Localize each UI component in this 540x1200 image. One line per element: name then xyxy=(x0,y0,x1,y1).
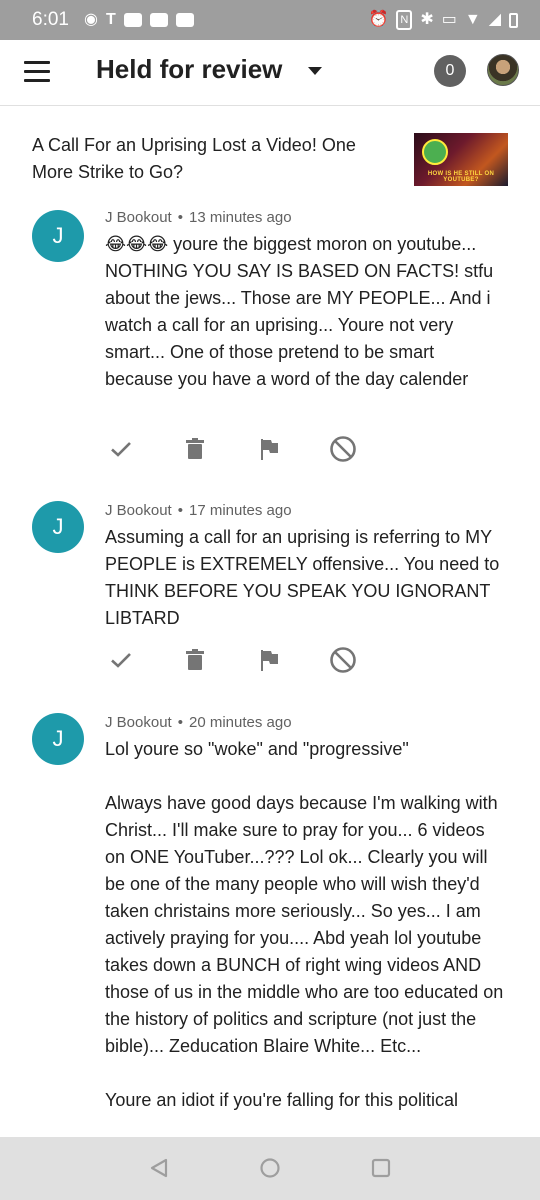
youtube-icon xyxy=(149,13,168,27)
report-button[interactable] xyxy=(253,433,285,465)
comment-meta: J Bookout • 20 minutes ago xyxy=(105,714,292,731)
thumbnail-character xyxy=(422,139,448,165)
comment-author[interactable]: J Bookout xyxy=(105,209,172,226)
home-circle-icon xyxy=(260,1158,280,1178)
comment-meta: J Bookout • 17 minutes ago xyxy=(105,502,292,519)
approve-button[interactable] xyxy=(105,433,137,465)
check-icon xyxy=(111,442,131,457)
account-avatar[interactable] xyxy=(487,54,519,86)
recents-square-icon xyxy=(371,1158,391,1178)
block-icon xyxy=(330,647,356,673)
back-triangle-icon xyxy=(150,1158,168,1178)
thumbnail-text: HOW IS HE STILL ON YOUTUBE? xyxy=(427,171,495,183)
battery-icon xyxy=(509,12,518,28)
report-button[interactable] xyxy=(253,644,285,676)
hide-user-button[interactable] xyxy=(327,644,359,676)
page-title[interactable]: Held for review xyxy=(96,54,282,85)
back-button[interactable] xyxy=(148,1157,170,1184)
flag-icon xyxy=(261,650,278,671)
alarm-icon: ⏰ xyxy=(368,11,389,28)
system-icons: ⏰ N ✱ ▭ ▼ ◢ xyxy=(368,10,518,30)
nfc-icon: N xyxy=(396,10,413,30)
system-nav-bar xyxy=(0,1137,540,1200)
wifi-icon: ▼ xyxy=(464,11,481,28)
notification-icons: ◉ T xyxy=(84,12,194,28)
hide-user-button[interactable] xyxy=(327,433,359,465)
comment-author[interactable]: J Bookout xyxy=(105,502,172,519)
dropdown-arrow-icon[interactable] xyxy=(308,67,322,75)
comment-text: Lol youre so "woke" and "progressive" Al… xyxy=(105,739,504,1110)
status-time: 6:01 xyxy=(32,9,69,30)
commenter-avatar[interactable]: J xyxy=(32,210,84,262)
flag-icon xyxy=(261,439,278,460)
home-button[interactable] xyxy=(259,1157,281,1184)
held-count-badge[interactable]: 0 xyxy=(434,55,466,87)
comment-text: 😂😂😂 youre the biggest moron on youtube..… xyxy=(105,234,499,389)
comment-meta: J Bookout • 13 minutes ago xyxy=(105,209,292,226)
commenter-avatar[interactable]: J xyxy=(32,713,84,765)
video-title[interactable]: A Call For an Uprising Lost a Video! One… xyxy=(32,132,382,186)
approve-button[interactable] xyxy=(105,644,137,676)
commenter-avatar[interactable]: J xyxy=(32,501,84,553)
comment-text: Assuming a call for an uprising is refer… xyxy=(105,527,504,628)
signal-icon: ◢ xyxy=(488,11,501,28)
video-thumbnail[interactable]: HOW IS HE STILL ON YOUTUBE? xyxy=(414,133,508,186)
comment-actions xyxy=(105,433,401,465)
comment-time: 13 minutes ago xyxy=(188,209,292,226)
delete-button[interactable] xyxy=(179,644,211,676)
recents-button[interactable] xyxy=(370,1157,392,1184)
check-icon xyxy=(111,653,131,668)
youtube-icon xyxy=(123,13,142,27)
delete-button[interactable] xyxy=(179,433,211,465)
vibrate-icon: ▭ xyxy=(441,11,457,28)
trash-icon xyxy=(186,649,204,670)
status-bar: 6:01 ◉ T ⏰ N ✱ ▭ ▼ ◢ xyxy=(0,0,540,40)
youtube-icon xyxy=(175,13,194,27)
app-bar: Held for review 0 xyxy=(0,40,540,106)
bluetooth-icon: ✱ xyxy=(420,11,434,28)
comment-time: 17 minutes ago xyxy=(188,502,292,519)
trash-icon xyxy=(186,438,204,459)
comment-actions xyxy=(105,644,401,676)
comment-author[interactable]: J Bookout xyxy=(105,714,172,731)
comment-time: 20 minutes ago xyxy=(188,714,292,731)
block-icon xyxy=(330,436,356,462)
location-icon: ◉ xyxy=(84,11,98,28)
menu-icon[interactable] xyxy=(24,61,50,83)
t-icon: T xyxy=(105,11,116,28)
